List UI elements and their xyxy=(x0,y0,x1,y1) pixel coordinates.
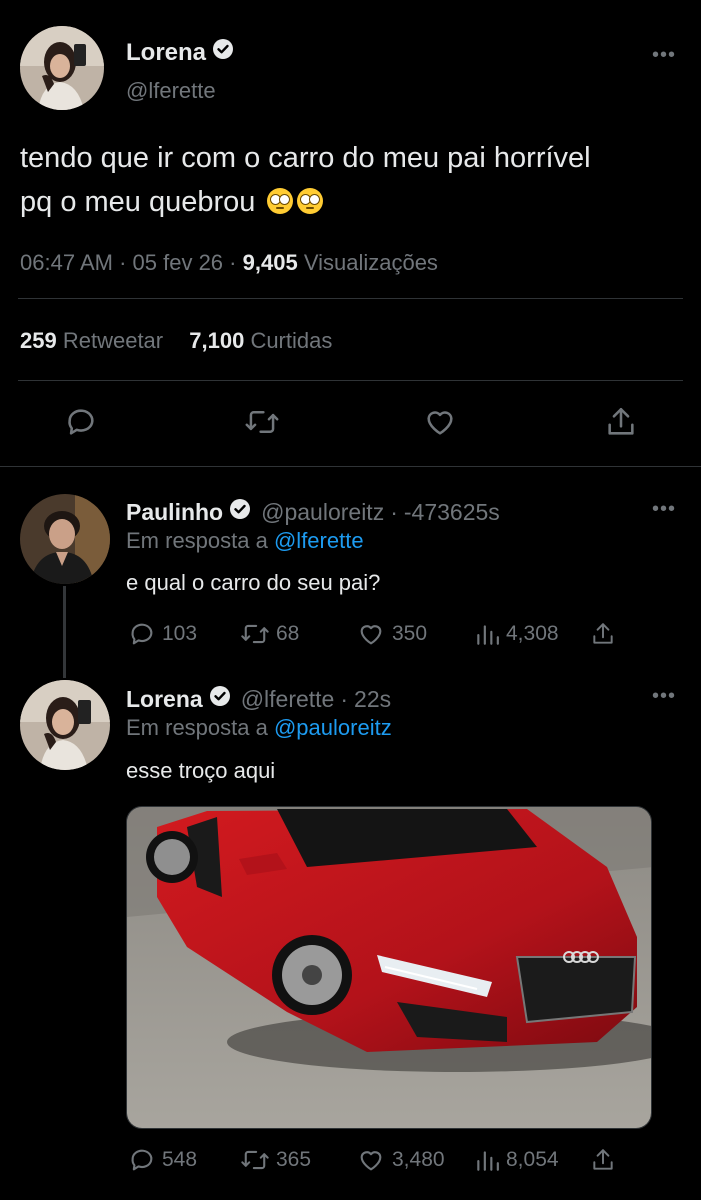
tweet-date[interactable]: 05 fev 26 xyxy=(133,250,224,275)
reply-context-mention[interactable]: @lferette xyxy=(274,528,364,553)
retweet-count: 365 xyxy=(276,1148,312,1171)
more-icon[interactable]: ••• xyxy=(652,44,676,67)
views-button[interactable]: 8,054 xyxy=(474,1146,559,1174)
reply-count: 103 xyxy=(162,622,198,645)
attached-photo[interactable] xyxy=(126,806,652,1129)
tweet-text-line2: pq o meu quebrou xyxy=(20,186,256,218)
reply-button[interactable]: 103 xyxy=(128,620,197,648)
reply-time[interactable]: -473625s xyxy=(404,499,500,526)
share-icon xyxy=(608,407,634,435)
verified-badge-icon xyxy=(212,38,234,67)
more-icon[interactable]: ••• xyxy=(652,498,676,521)
like-count: 350 xyxy=(392,622,428,645)
thread-line xyxy=(63,586,66,678)
like-button[interactable]: 350 xyxy=(356,620,427,648)
avatar[interactable] xyxy=(20,680,110,770)
reply-time[interactable]: 22s xyxy=(354,686,391,713)
reply-context-mention[interactable]: @pauloreitz xyxy=(274,715,392,740)
reply-button[interactable]: 548 xyxy=(128,1146,197,1174)
likes-label[interactable]: Curtidas xyxy=(250,328,332,353)
like-count: 3,480 xyxy=(392,1148,445,1171)
like-button[interactable]: 3,480 xyxy=(356,1146,445,1174)
share-button[interactable] xyxy=(590,620,616,653)
views-count: 8,054 xyxy=(506,1148,559,1171)
share-button[interactable] xyxy=(604,405,638,444)
retweet-icon xyxy=(241,624,269,644)
more-icon[interactable]: ••• xyxy=(652,685,676,708)
views-label: Visualizações xyxy=(303,250,438,275)
author-handle[interactable]: @lferette xyxy=(126,78,216,104)
reply-text: esse troço aqui xyxy=(126,758,276,783)
heart-icon xyxy=(360,625,382,645)
reply-author-name[interactable]: Paulinho xyxy=(126,499,223,526)
reply-icon xyxy=(131,1149,153,1171)
avatar[interactable] xyxy=(20,26,104,110)
retweets-label[interactable]: Retweetar xyxy=(63,328,163,353)
reply-context-label: Em resposta a xyxy=(126,715,268,740)
retweet-icon xyxy=(245,411,279,433)
engagement-stats: 259 Retweetar 7,100 Curtidas xyxy=(20,328,332,354)
verified-badge-icon xyxy=(229,498,251,526)
heart-icon xyxy=(360,1151,382,1171)
tweet-time[interactable]: 06:47 AM xyxy=(20,250,113,275)
verified-badge-icon xyxy=(209,685,231,713)
tweet-text-line1: tendo que ir com o carro do meu pai horr… xyxy=(20,142,591,174)
eye-roll-emoji-icon xyxy=(267,188,294,214)
retweet-button[interactable]: 68 xyxy=(240,620,299,648)
reply-icon xyxy=(68,409,94,435)
reply-button[interactable] xyxy=(64,405,98,444)
retweet-button[interactable]: 365 xyxy=(240,1146,311,1174)
views-count: 4,308 xyxy=(506,622,559,645)
share-icon xyxy=(593,1149,613,1170)
likes-count[interactable]: 7,100 xyxy=(189,328,244,353)
tweet-meta: 06:47 AM · 05 fev 26 · 9,405 Visualizaçõ… xyxy=(20,250,438,275)
reply-author-handle[interactable]: @pauloreitz xyxy=(261,499,384,526)
reply-author-name[interactable]: Lorena xyxy=(126,686,203,713)
views-count: 9,405 xyxy=(242,250,298,275)
views-button[interactable]: 4,308 xyxy=(474,620,559,648)
reply-text: e qual o carro do seu pai? xyxy=(126,570,381,595)
reply-author-handle[interactable]: @lferette xyxy=(241,686,335,713)
heart-icon xyxy=(427,411,453,435)
views-icon xyxy=(477,1151,499,1171)
eye-roll-emoji-icon xyxy=(297,188,324,214)
views-icon xyxy=(477,625,499,645)
tweet-text: tendo que ir com o carro do meu pai horr… xyxy=(20,136,690,224)
like-button[interactable] xyxy=(422,405,458,444)
retweets-count[interactable]: 259 xyxy=(20,328,57,353)
avatar[interactable] xyxy=(20,494,110,584)
author-name[interactable]: Lorena xyxy=(126,39,206,67)
reply-context-label: Em resposta a xyxy=(126,528,268,553)
share-button[interactable] xyxy=(590,1146,616,1179)
retweet-button[interactable] xyxy=(244,405,280,444)
share-icon xyxy=(593,623,613,644)
retweet-count: 68 xyxy=(276,622,300,645)
retweet-icon xyxy=(241,1150,269,1170)
reply-icon xyxy=(131,623,153,645)
reply-count: 548 xyxy=(162,1148,198,1171)
